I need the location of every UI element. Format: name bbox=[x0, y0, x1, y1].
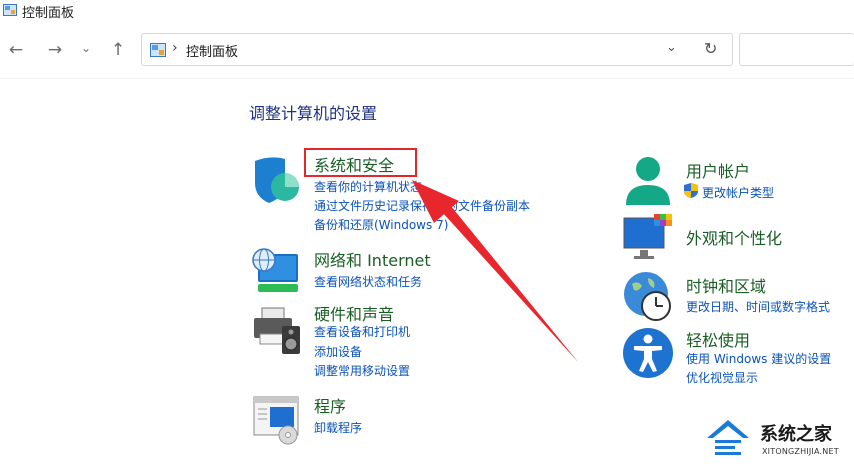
watermark-logo-icon bbox=[707, 420, 749, 455]
programs-icon[interactable] bbox=[250, 393, 302, 445]
link-change-date-time-format[interactable]: 更改日期、时间或数字格式 bbox=[686, 298, 830, 315]
category-network-internet[interactable]: 网络和 Internet bbox=[314, 247, 431, 271]
link-devices-printers[interactable]: 查看设备和打印机 bbox=[314, 323, 410, 340]
forward-button[interactable]: → bbox=[45, 40, 65, 60]
address-dropdown-button[interactable]: ⌄ bbox=[666, 40, 677, 55]
watermark-url: XITONGZHIJIA.NET bbox=[762, 447, 839, 456]
link-windows-suggested-settings[interactable]: 使用 Windows 建议的设置 bbox=[686, 350, 831, 367]
link-file-history-backup[interactable]: 通过文件历史记录保存你的文件备份副本 bbox=[314, 197, 530, 214]
page-heading: 调整计算机的设置 bbox=[249, 104, 378, 123]
search-input[interactable] bbox=[739, 33, 854, 66]
link-view-computer-status[interactable]: 查看你的计算机状态 bbox=[314, 178, 422, 195]
refresh-button[interactable]: ↻ bbox=[704, 39, 717, 58]
arrow-up-icon: ↑ bbox=[110, 40, 126, 60]
link-backup-restore[interactable]: 备份和还原(Windows 7) bbox=[314, 216, 448, 233]
accessibility-icon[interactable] bbox=[622, 327, 674, 379]
arrow-right-icon: → bbox=[47, 40, 63, 60]
link-add-device[interactable]: 添加设备 bbox=[314, 343, 362, 360]
link-change-account-type[interactable]: 更改帐户类型 bbox=[702, 184, 774, 201]
clock-globe-icon[interactable] bbox=[622, 270, 674, 322]
link-optimize-visual-display[interactable]: 优化视觉显示 bbox=[686, 369, 758, 386]
address-bar[interactable]: › 控制面板 ⌄ ↻ bbox=[141, 33, 733, 66]
up-button[interactable]: ↑ bbox=[108, 40, 128, 60]
category-ease-of-access[interactable]: 轻松使用 bbox=[686, 327, 750, 351]
watermark-text: 系统之家 bbox=[760, 424, 832, 445]
divider bbox=[0, 78, 854, 79]
breadcrumb-control-panel[interactable]: 控制面板 bbox=[186, 41, 238, 60]
printer-speaker-icon[interactable] bbox=[250, 304, 302, 356]
network-globe-icon[interactable] bbox=[250, 246, 302, 298]
recent-locations-button[interactable]: ⌄ bbox=[76, 38, 96, 58]
refresh-icon: ↻ bbox=[704, 39, 718, 58]
highlight-box bbox=[304, 148, 417, 177]
window-title: 控制面板 bbox=[22, 6, 75, 21]
control-panel-icon bbox=[150, 43, 166, 57]
title-bar: 控制面板 bbox=[0, 0, 854, 24]
category-user-accounts[interactable]: 用户帐户 bbox=[686, 158, 750, 182]
uac-shield-icon bbox=[684, 183, 698, 198]
user-accounts-icon[interactable] bbox=[622, 155, 674, 207]
category-hardware-sound[interactable]: 硬件和声音 bbox=[314, 301, 394, 325]
category-programs[interactable]: 程序 bbox=[314, 393, 346, 417]
chevron-down-icon: ⌄ bbox=[666, 40, 677, 55]
shield-icon[interactable] bbox=[251, 153, 303, 205]
arrow-left-icon: ← bbox=[8, 40, 24, 60]
breadcrumb-separator[interactable]: › bbox=[172, 40, 178, 56]
link-view-network-status[interactable]: 查看网络状态和任务 bbox=[314, 273, 422, 290]
link-mobility-settings[interactable]: 调整常用移动设置 bbox=[314, 362, 410, 379]
monitor-personalize-icon[interactable] bbox=[622, 212, 674, 264]
control-panel-icon bbox=[3, 4, 17, 16]
category-clock-region[interactable]: 时钟和区域 bbox=[686, 273, 766, 297]
chevron-down-icon: ⌄ bbox=[80, 41, 92, 55]
category-appearance-personalization[interactable]: 外观和个性化 bbox=[686, 225, 782, 249]
link-uninstall-program[interactable]: 卸载程序 bbox=[314, 419, 362, 436]
back-button[interactable]: ← bbox=[6, 40, 26, 60]
